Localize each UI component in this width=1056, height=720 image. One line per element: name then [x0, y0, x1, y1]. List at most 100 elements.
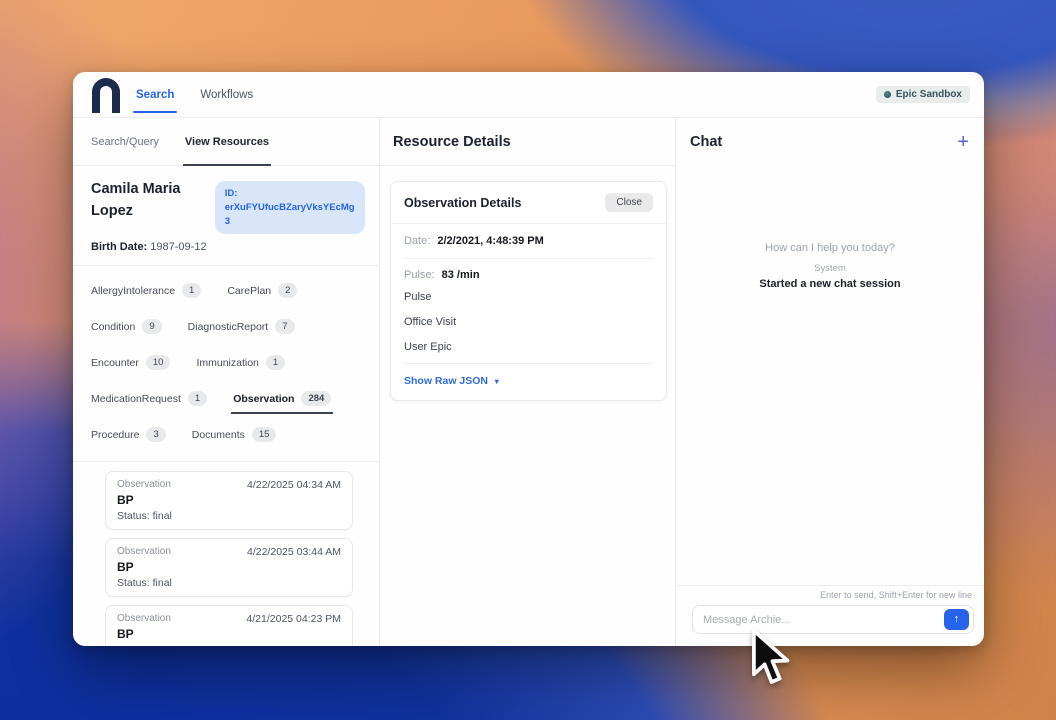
chat-message-input[interactable] — [692, 605, 974, 634]
resource-type-chip[interactable]: AllergyIntolerance 1 — [91, 283, 202, 299]
observation-details-card: Observation Details Close Date: 2/2/2021… — [390, 181, 667, 401]
tab-search[interactable]: Search — [132, 72, 178, 117]
observation-title: BP — [117, 627, 134, 642]
new-chat-plus-icon[interactable]: + — [957, 132, 969, 152]
resource-type-chip[interactable]: Condition 9 — [91, 319, 162, 335]
observation-list-item[interactable]: Observation 4/22/2025 03:44 AM BP Status… — [105, 538, 353, 598]
resource-type-chip[interactable]: CarePlan 2 — [227, 283, 298, 299]
chat-greeting: How can I help you today? — [765, 242, 895, 254]
left-subtabs: Search/Query View Resources — [73, 118, 379, 166]
observation-status: Status: final — [117, 644, 341, 645]
detail-text-row: Pulse — [404, 290, 432, 303]
resource-type-chip[interactable]: Encounter 10 — [91, 355, 171, 371]
show-raw-json-link[interactable]: Show Raw JSON ▼ — [404, 364, 653, 400]
resource-type-count-badge: 1 — [187, 391, 208, 407]
chat-messages: How can I help you today? System Started… — [676, 166, 984, 585]
pulse-value: 83 /min — [441, 269, 480, 281]
resource-type-chip[interactable]: Procedure 3 — [91, 427, 166, 443]
desktop-wallpaper: Search Workflows Epic Sandbox Search/Que… — [0, 0, 1056, 720]
resource-type-label: CarePlan — [227, 284, 272, 297]
detail-text-row: Office Visit — [404, 315, 457, 328]
observation-type-label: Observation — [117, 479, 171, 491]
tab-workflows[interactable]: Workflows — [200, 72, 253, 117]
app-window: Search Workflows Epic Sandbox Search/Que… — [73, 72, 984, 646]
tab-search-query[interactable]: Search/Query — [91, 118, 159, 165]
observation-datetime: 4/22/2025 04:34 AM — [247, 479, 341, 492]
env-badge-label: Epic Sandbox — [895, 89, 962, 100]
pulse-label: Pulse: — [404, 269, 435, 281]
observation-title: BP — [117, 493, 134, 508]
resource-type-label: Observation — [233, 392, 295, 405]
chat-title: Chat — [690, 134, 723, 150]
resource-type-label: Documents — [191, 428, 245, 441]
resource-type-label: DiagnosticReport — [187, 320, 269, 333]
observation-list-item[interactable]: Observation 4/22/2025 04:34 AM BP Status… — [105, 471, 353, 531]
patient-birth-date: Birth Date: 1987-09-12 — [91, 241, 365, 253]
resource-type-label: Procedure — [91, 428, 140, 441]
birth-date-value: 1987-09-12 — [150, 241, 207, 254]
resource-type-count-badge: 1 — [182, 283, 202, 299]
chat-input-hint: Enter to send, Shift+Enter for new line — [820, 590, 972, 600]
birth-date-label: Birth Date: — [91, 241, 148, 254]
resource-type-chip[interactable]: Documents 15 — [191, 427, 277, 443]
resource-type-count-badge: 1 — [265, 355, 286, 371]
resource-type-count-badge: 9 — [142, 319, 162, 335]
detail-date-row: Date: 2/2/2021, 4:48:39 PM — [404, 224, 653, 259]
resources-panel: Search/Query View Resources Camila Maria… — [73, 118, 380, 645]
resource-type-chip[interactable]: DiagnosticReport 7 — [187, 319, 295, 335]
resource-type-chip[interactable]: Observation 284 — [231, 391, 334, 415]
resource-details-panel: Resource Details Observation Details Clo… — [380, 118, 676, 645]
caret-down-icon: ▼ — [493, 376, 501, 386]
observation-datetime: 4/22/2025 03:44 AM — [247, 546, 341, 559]
close-button[interactable]: Close — [605, 193, 653, 212]
observation-list: Observation 4/22/2025 04:34 AM BP Status… — [73, 462, 379, 645]
resource-type-chip[interactable]: MedicationRequest 1 — [91, 391, 208, 407]
chat-panel: Chat + How can I help you today? System … — [676, 118, 984, 645]
tab-view-resources[interactable]: View Resources — [182, 118, 272, 166]
resource-type-count-badge: 2 — [278, 283, 298, 299]
resource-type-chip[interactable]: Immunization 1 — [196, 355, 286, 371]
resource-type-count-badge: 284 — [301, 391, 332, 407]
observation-type-label: Observation — [117, 613, 171, 625]
resource-type-count-badge: 7 — [275, 319, 295, 335]
patient-summary: Camila Maria Lopez ID: erXuFYUfucBZaryVk… — [73, 166, 379, 267]
chat-system-message: Started a new chat session — [759, 278, 901, 290]
send-button[interactable]: ↑ — [944, 609, 969, 630]
date-label: Date: — [404, 235, 431, 247]
resource-type-label: AllergyIntolerance — [91, 284, 176, 297]
observation-title: BP — [117, 560, 134, 575]
resource-type-label: Condition — [91, 320, 136, 333]
detail-value-row: Pulse: 83 /min — [404, 259, 653, 284]
date-value: 2/2/2021, 4:48:39 PM — [437, 235, 544, 247]
window-body: Search/Query View Resources Camila Maria… — [73, 118, 984, 645]
patient-id-label: ID: — [224, 188, 238, 199]
observation-datetime: 4/21/2025 04:23 PM — [246, 613, 341, 626]
resource-details-title: Resource Details — [380, 118, 675, 166]
observation-status: Status: final — [117, 510, 172, 523]
detail-text-rows: Pulse Office Visit User Epic — [404, 284, 653, 364]
observation-status: Status: final — [117, 577, 172, 590]
observation-type-label: Observation — [117, 546, 171, 558]
observation-details-title: Observation Details — [404, 195, 522, 210]
mouse-cursor — [752, 629, 790, 684]
chat-system-label: System — [814, 263, 846, 274]
app-logo-arch-icon — [92, 78, 120, 113]
show-raw-json-label: Show Raw JSON — [404, 375, 489, 387]
resource-type-count-badge: 10 — [145, 355, 171, 371]
resource-type-label: Encounter — [91, 356, 139, 369]
detail-text-row: User Epic — [404, 340, 452, 353]
patient-id-badge: ID: erXuFYUfucBZaryVksYEcMg3 — [214, 181, 365, 235]
nav-tabs: Search Workflows — [132, 72, 253, 117]
patient-name: Camila Maria Lopez — [91, 181, 181, 219]
send-arrow-icon: ↑ — [953, 613, 960, 625]
observation-list-item[interactable]: Observation 4/21/2025 04:23 PM BP Status… — [105, 605, 353, 645]
resource-type-list: AllergyIntolerance 1 CarePlan 2 Conditio… — [73, 266, 379, 463]
env-badge: Epic Sandbox — [875, 86, 970, 103]
resource-type-count-badge: 3 — [146, 427, 166, 443]
resource-type-label: MedicationRequest — [91, 392, 181, 405]
resource-type-count-badge: 15 — [251, 427, 277, 443]
chat-input-area: Enter to send, Shift+Enter for new line … — [676, 585, 984, 645]
patient-id-value: erXuFYUfucBZaryVksYEcMg3 — [224, 201, 355, 227]
top-nav: Search Workflows Epic Sandbox — [73, 72, 984, 118]
resource-type-label: Immunization — [196, 356, 259, 369]
